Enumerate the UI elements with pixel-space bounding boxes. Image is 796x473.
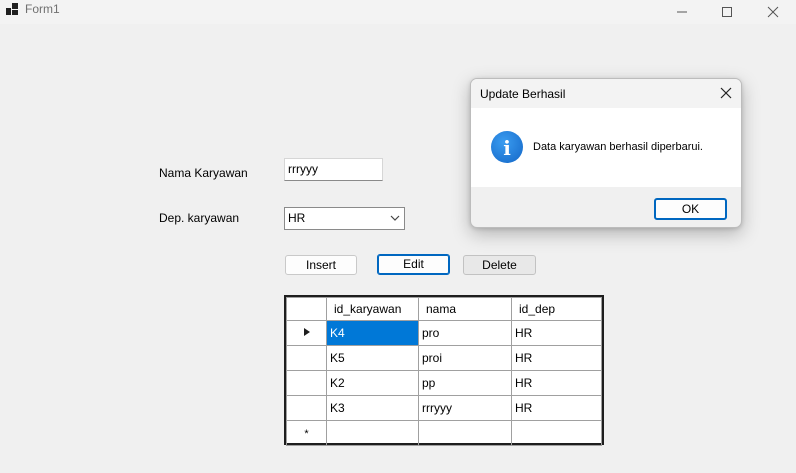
app-icon (6, 3, 18, 15)
table-cell[interactable]: rrryyy (418, 395, 512, 421)
update-success-dialog: Update Berhasil i Data karyawan berhasil… (470, 78, 742, 228)
table-row[interactable]: K4 pro HR (286, 320, 602, 346)
row-header[interactable] (286, 395, 327, 421)
table-cell[interactable]: K2 (326, 370, 419, 396)
karyawan-datagrid[interactable]: id_karyawan nama id_dep K4 pro HR K5 pro… (284, 295, 604, 446)
table-cell[interactable]: K4 (326, 320, 419, 346)
dep-karyawan-selected-value: HR (288, 211, 306, 225)
dialog-title: Update Berhasil (480, 87, 566, 101)
new-row-asterisk-icon: * (304, 428, 309, 440)
dep-karyawan-combobox[interactable]: HR (284, 207, 405, 230)
table-cell[interactable]: proi (418, 345, 512, 371)
edit-button[interactable]: Edit (377, 254, 450, 275)
table-cell[interactable] (326, 420, 419, 446)
chevron-down-icon (390, 215, 400, 221)
row-header[interactable]: * (286, 420, 327, 446)
table-cell[interactable]: K3 (326, 395, 419, 421)
column-header-nama[interactable]: nama (418, 297, 512, 321)
dep-karyawan-label: Dep. karyawan (159, 211, 240, 225)
column-header-id-dep[interactable]: id_dep (511, 297, 602, 321)
table-row[interactable]: K2 pp HR (286, 370, 602, 396)
table-row[interactable]: K3 rrryyy HR (286, 395, 602, 421)
column-header-id-karyawan[interactable]: id_karyawan (326, 297, 419, 321)
row-header[interactable] (286, 370, 327, 396)
close-icon (767, 6, 779, 18)
insert-button[interactable]: Insert (285, 255, 357, 275)
dialog-titlebar: Update Berhasil (471, 79, 741, 108)
window-titlebar: Form1 (0, 0, 796, 24)
minimize-icon (677, 11, 687, 13)
delete-button[interactable]: Delete (463, 255, 536, 275)
dialog-message: Data karyawan berhasil diperbarui. (533, 141, 703, 153)
row-header[interactable] (286, 345, 327, 371)
dialog-close-button[interactable] (717, 84, 735, 102)
table-cell[interactable]: HR (511, 395, 602, 421)
window-title: Form1 (25, 2, 60, 16)
table-cell[interactable]: pp (418, 370, 512, 396)
ok-button[interactable]: OK (654, 198, 727, 220)
table-cell[interactable]: HR (511, 320, 602, 346)
minimize-button[interactable] (659, 0, 705, 24)
maximize-icon (722, 7, 732, 17)
current-row-arrow-icon (303, 328, 310, 336)
table-cell[interactable] (418, 420, 512, 446)
table-cell[interactable]: HR (511, 345, 602, 371)
new-row[interactable]: * (286, 420, 602, 446)
table-row[interactable]: K5 proi HR (286, 345, 602, 371)
table-cell[interactable]: pro (418, 320, 512, 346)
nama-karyawan-input[interactable]: rrryyy (284, 158, 383, 181)
row-header[interactable] (286, 320, 327, 346)
nama-karyawan-label: Nama Karyawan (159, 166, 248, 180)
table-cell[interactable] (511, 420, 602, 446)
close-button[interactable] (750, 0, 796, 24)
grid-header-row: id_karyawan nama id_dep (286, 297, 602, 321)
grid-corner-header (286, 297, 327, 321)
table-cell[interactable]: K5 (326, 345, 419, 371)
maximize-button[interactable] (704, 0, 750, 24)
close-icon (720, 87, 732, 99)
dialog-body: i Data karyawan berhasil diperbarui. (471, 108, 741, 187)
table-cell[interactable]: HR (511, 370, 602, 396)
info-icon: i (491, 131, 523, 163)
